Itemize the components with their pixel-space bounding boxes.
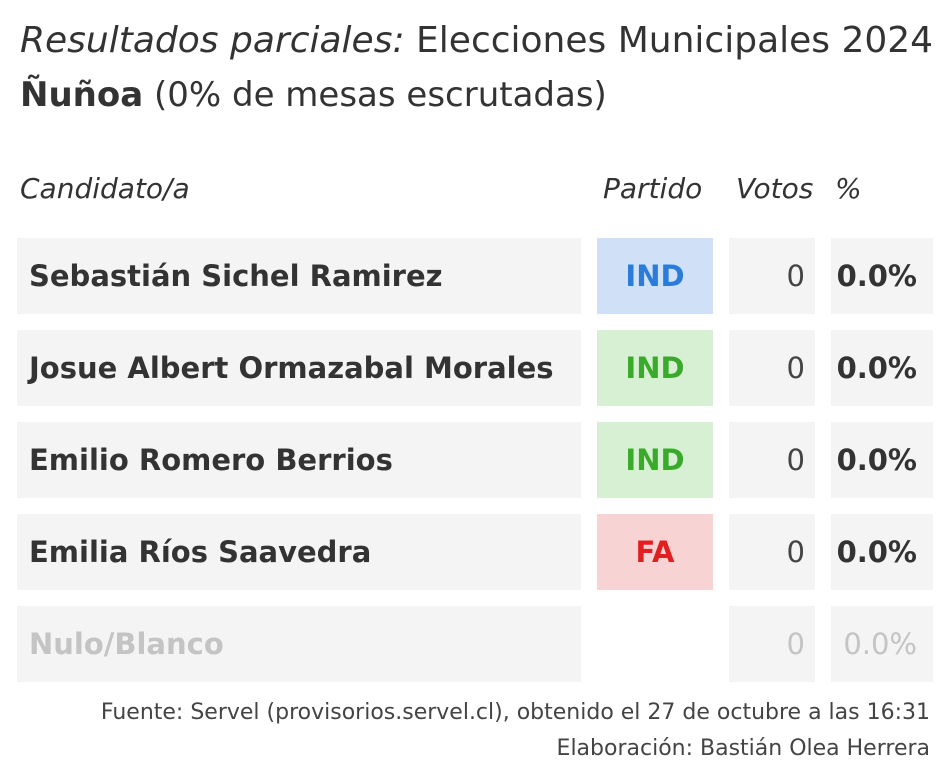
header-candidate: Candidato/a: [20, 172, 190, 205]
source-note: Fuente: Servel (provisorios.servel.cl), …: [100, 700, 930, 725]
page-subtitle: Ñuñoa (0% de mesas escrutadas): [20, 72, 607, 118]
votes-value: 0: [729, 238, 815, 314]
party-badge: [597, 606, 713, 682]
candidate-name: Emilio Romero Berrios: [17, 422, 581, 498]
table-row: Sebastián Sichel Ramirez IND 0 0.0%: [0, 238, 950, 314]
header-percent: %: [835, 172, 862, 205]
percent-value: 0.0%: [831, 422, 933, 498]
credit-note: Elaboración: Bastián Olea Herrera: [556, 736, 930, 761]
candidate-name: Josue Albert Ormazabal Morales: [17, 330, 581, 406]
table-row: Josue Albert Ormazabal Morales IND 0 0.0…: [0, 330, 950, 406]
table-row-null-blank: Nulo/Blanco 0 0.0%: [0, 606, 950, 682]
percent-value: 0.0%: [831, 330, 933, 406]
percent-value: 0.0%: [831, 514, 933, 590]
votes-value: 0: [729, 422, 815, 498]
votes-value: 0: [729, 606, 815, 682]
votes-value: 0: [729, 330, 815, 406]
candidate-name: Sebastián Sichel Ramirez: [17, 238, 581, 314]
commune-name: Ñuñoa: [20, 75, 144, 115]
table-row: Emilio Romero Berrios IND 0 0.0%: [0, 422, 950, 498]
table-row: Emilia Ríos Saavedra FA 0 0.0%: [0, 514, 950, 590]
party-badge: FA: [597, 514, 713, 590]
party-badge: IND: [597, 330, 713, 406]
header-party: Partido: [603, 172, 703, 205]
header-votes: Votos: [736, 172, 814, 205]
count-progress: (0% de mesas escrutadas): [153, 75, 607, 115]
candidate-name: Emilia Ríos Saavedra: [17, 514, 581, 590]
title-italic: Resultados parciales:: [20, 20, 405, 61]
percent-value: 0.0%: [831, 606, 933, 682]
votes-value: 0: [729, 514, 815, 590]
title-rest: Elecciones Municipales 2024: [416, 20, 934, 61]
party-badge: IND: [597, 238, 713, 314]
party-badge: IND: [597, 422, 713, 498]
candidate-name: Nulo/Blanco: [17, 606, 581, 682]
page-title: Resultados parciales: Elecciones Municip…: [20, 18, 933, 64]
percent-value: 0.0%: [831, 238, 933, 314]
